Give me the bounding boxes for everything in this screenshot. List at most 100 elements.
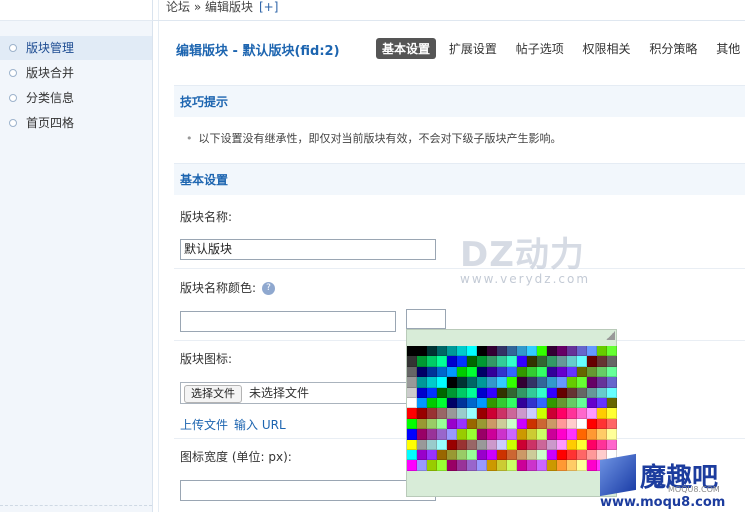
palette-cell[interactable] bbox=[467, 418, 477, 430]
palette-cell[interactable] bbox=[487, 356, 497, 367]
sidebar-item-category-info[interactable]: 分类信息 bbox=[0, 86, 152, 110]
palette-cell[interactable] bbox=[577, 397, 587, 409]
palette-cell[interactable] bbox=[477, 408, 487, 419]
palette-cell[interactable] bbox=[547, 346, 557, 357]
palette-cell[interactable] bbox=[527, 397, 537, 409]
palette-cell[interactable] bbox=[527, 346, 537, 357]
palette-cell[interactable] bbox=[597, 439, 607, 450]
palette-cell[interactable] bbox=[537, 377, 547, 388]
palette-cell[interactable] bbox=[447, 429, 457, 440]
palette-cell[interactable] bbox=[507, 418, 517, 430]
palette-cell[interactable] bbox=[437, 356, 447, 367]
palette-cell[interactable] bbox=[557, 366, 567, 378]
palette-cell[interactable] bbox=[417, 408, 427, 419]
palette-cell[interactable] bbox=[607, 356, 617, 367]
palette-cell[interactable] bbox=[427, 356, 437, 367]
palette-cell[interactable] bbox=[587, 397, 597, 409]
palette-cell[interactable] bbox=[447, 449, 457, 461]
palette-cell[interactable] bbox=[497, 397, 507, 409]
sidebar-item-forum-merge[interactable]: 版块合并 bbox=[0, 61, 152, 85]
palette-cell[interactable] bbox=[407, 397, 417, 409]
palette-cell[interactable] bbox=[597, 408, 607, 419]
palette-cell[interactable] bbox=[547, 429, 557, 440]
palette-cell[interactable] bbox=[547, 449, 557, 461]
tab-basic[interactable]: 基本设置 bbox=[376, 38, 437, 59]
palette-cell[interactable] bbox=[567, 449, 577, 461]
palette-cell[interactable] bbox=[447, 346, 457, 357]
palette-cell[interactable] bbox=[557, 460, 567, 471]
palette-cell[interactable] bbox=[437, 439, 447, 450]
palette-cell[interactable] bbox=[497, 356, 507, 367]
palette-cell[interactable] bbox=[577, 387, 587, 398]
palette-cell[interactable] bbox=[437, 449, 447, 461]
icon-width-input[interactable] bbox=[180, 480, 436, 501]
palette-cell[interactable] bbox=[537, 387, 547, 398]
palette-cell[interactable] bbox=[467, 397, 477, 409]
palette-cell[interactable] bbox=[417, 418, 427, 430]
tab-extended[interactable]: 扩展设置 bbox=[443, 38, 503, 59]
palette-cell[interactable] bbox=[457, 397, 467, 409]
palette-cell[interactable] bbox=[507, 356, 517, 367]
palette-cell[interactable] bbox=[497, 418, 507, 430]
palette-cell[interactable] bbox=[487, 460, 497, 471]
palette-cell[interactable] bbox=[557, 429, 567, 440]
palette-cell[interactable] bbox=[527, 460, 537, 471]
palette-cell[interactable] bbox=[557, 408, 567, 419]
palette-cell[interactable] bbox=[417, 429, 427, 440]
palette-cell[interactable] bbox=[507, 460, 517, 471]
palette-cell[interactable] bbox=[527, 377, 537, 388]
palette-cell[interactable] bbox=[487, 439, 497, 450]
palette-cell[interactable] bbox=[597, 387, 607, 398]
palette-cell[interactable] bbox=[577, 366, 587, 378]
upload-file-link[interactable]: 上传文件 bbox=[180, 418, 228, 432]
palette-cell[interactable] bbox=[437, 397, 447, 409]
tab-other[interactable]: 其他 bbox=[710, 38, 745, 59]
palette-cell[interactable] bbox=[487, 449, 497, 461]
resize-handle-icon[interactable] bbox=[606, 331, 615, 340]
palette-cell[interactable] bbox=[557, 356, 567, 367]
palette-cell[interactable] bbox=[427, 429, 437, 440]
palette-cell[interactable] bbox=[477, 460, 487, 471]
palette-cell[interactable] bbox=[567, 356, 577, 367]
icon-file-picker[interactable]: 选择文件 未选择文件 bbox=[180, 382, 410, 404]
palette-cell[interactable] bbox=[497, 377, 507, 388]
tab-post-options[interactable]: 帖子选项 bbox=[510, 38, 570, 59]
palette-cell[interactable] bbox=[537, 460, 547, 471]
palette-cell[interactable] bbox=[587, 356, 597, 367]
palette-cell[interactable] bbox=[547, 397, 557, 409]
palette-cell[interactable] bbox=[487, 408, 497, 419]
palette-cell[interactable] bbox=[457, 387, 467, 398]
palette-cell[interactable] bbox=[467, 439, 477, 450]
palette-cell[interactable] bbox=[567, 377, 577, 388]
palette-cell[interactable] bbox=[547, 460, 557, 471]
palette-cell[interactable] bbox=[477, 377, 487, 388]
palette-cell[interactable] bbox=[477, 366, 487, 378]
sidebar-item-forum-manage[interactable]: 版块管理 bbox=[0, 36, 152, 60]
palette-cell[interactable] bbox=[587, 418, 597, 430]
palette-cell[interactable] bbox=[537, 418, 547, 430]
palette-cell[interactable] bbox=[477, 429, 487, 440]
palette-cell[interactable] bbox=[497, 408, 507, 419]
palette-cell[interactable] bbox=[437, 346, 447, 357]
palette-cell[interactable] bbox=[487, 346, 497, 357]
palette-cell[interactable] bbox=[527, 418, 537, 430]
palette-cell[interactable] bbox=[577, 377, 587, 388]
palette-cell[interactable] bbox=[447, 408, 457, 419]
help-icon[interactable]: ? bbox=[262, 282, 276, 295]
add-shortcut-link[interactable]: [+] bbox=[259, 0, 278, 14]
palette-cell[interactable] bbox=[467, 366, 477, 378]
palette-cell[interactable] bbox=[437, 460, 447, 471]
palette-cell[interactable] bbox=[427, 346, 437, 357]
palette-cell[interactable] bbox=[607, 439, 617, 450]
palette-cell[interactable] bbox=[607, 377, 617, 388]
palette-cell[interactable] bbox=[587, 429, 597, 440]
palette-cell[interactable] bbox=[547, 387, 557, 398]
palette-cell[interactable] bbox=[417, 460, 427, 471]
palette-cell[interactable] bbox=[417, 439, 427, 450]
palette-cell[interactable] bbox=[467, 377, 477, 388]
palette-cell[interactable] bbox=[437, 377, 447, 388]
palette-cell[interactable] bbox=[557, 439, 567, 450]
palette-cell[interactable] bbox=[527, 449, 537, 461]
palette-cell[interactable] bbox=[457, 449, 467, 461]
palette-cell[interactable] bbox=[547, 356, 557, 367]
